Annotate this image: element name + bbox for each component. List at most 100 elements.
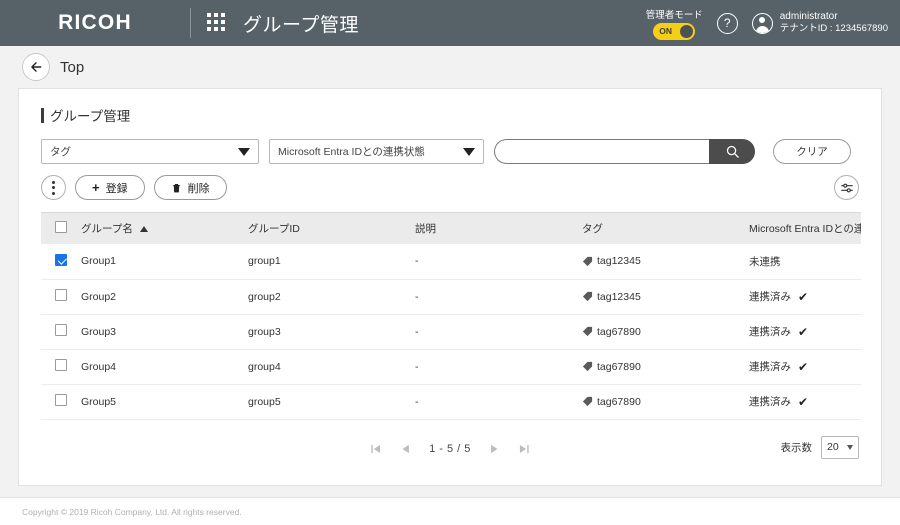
first-page-icon — [371, 444, 381, 453]
select-all-checkbox[interactable] — [55, 221, 67, 233]
entra-status-filter-select[interactable]: Microsoft Entra IDとの連携状態 — [269, 139, 484, 164]
row-select-cell[interactable] — [41, 384, 81, 420]
linked-check-icon: ✔ — [798, 394, 809, 409]
cell-entra-status: 未連携 — [749, 244, 861, 280]
column-header-id[interactable]: グループID — [248, 213, 415, 244]
prev-page-button[interactable] — [399, 442, 413, 456]
cell-group-id: group3 — [248, 314, 415, 350]
cell-group-id: group5 — [248, 384, 415, 420]
last-page-icon — [519, 444, 529, 453]
column-header-tag[interactable]: タグ — [582, 213, 749, 244]
first-page-button[interactable] — [369, 442, 383, 456]
cell-tag: tag67890 — [582, 314, 749, 350]
chevron-down-icon — [847, 444, 853, 450]
cell-entra-status: 連携済み ✔ — [749, 279, 861, 315]
cell-tag: tag12345 — [582, 279, 749, 315]
admin-mode-label: 管理者モード — [645, 9, 703, 21]
linked-check-icon: ✔ — [798, 359, 809, 374]
delete-button[interactable]: 削除 — [153, 175, 227, 200]
next-page-button[interactable] — [487, 442, 501, 456]
cell-description: - — [415, 384, 582, 420]
cell-entra-status: 連携済み ✔ — [749, 314, 861, 350]
cell-group-name: Group3 — [81, 314, 248, 350]
register-button-label: 登録 — [105, 182, 128, 195]
column-header-entra[interactable]: Microsoft Entra IDとの連携状態 — [749, 213, 861, 244]
cell-tag: tag67890 — [582, 349, 749, 385]
plus-icon: + — [92, 180, 100, 195]
delete-button-label: 削除 — [187, 182, 210, 195]
rows-per-page-select[interactable]: 20 — [821, 435, 859, 459]
prev-page-icon — [402, 444, 410, 453]
top-header-bar: RICOH グループ管理 管理者モード ON ? administrator テ… — [0, 0, 900, 46]
table-header-row: グループ名 グループID 説明 タグ Microsoft Entra IDとの連… — [41, 213, 861, 244]
tag-filter-value: タグ — [50, 146, 71, 158]
admin-mode-toggle-state: ON — [659, 26, 672, 36]
row-select-cell[interactable] — [41, 314, 81, 350]
search-button[interactable] — [709, 139, 755, 164]
column-header-desc[interactable]: 説明 — [415, 213, 582, 244]
table-row[interactable]: Group3 group3- tag67890 連携済み ✔ — [41, 314, 861, 350]
title-accent-bar — [41, 107, 44, 123]
select-all-header[interactable] — [41, 213, 81, 244]
admin-mode-toggle[interactable]: ON — [653, 22, 696, 40]
search-input[interactable] — [494, 139, 709, 164]
brand-label: RICOH — [58, 11, 132, 34]
next-page-icon — [490, 444, 498, 453]
search-icon — [726, 145, 739, 158]
table-row[interactable]: Group1 group1- tag12345 未連携 — [41, 244, 861, 280]
cell-group-id: group1 — [248, 244, 415, 280]
groups-table: グループ名 グループID 説明 タグ Microsoft Entra IDとの連… — [41, 213, 861, 420]
column-settings-button[interactable] — [834, 175, 859, 200]
tag-icon — [582, 326, 593, 337]
cell-group-id: group2 — [248, 279, 415, 315]
section-title-row: グループ管理 — [19, 89, 881, 125]
row-checkbox[interactable] — [55, 394, 67, 406]
tag-filter-select[interactable]: タグ — [41, 139, 259, 164]
entra-filter-value: Microsoft Entra IDとの連携状態 — [278, 146, 425, 158]
copyright-text: Copyright © 2019 Ricoh Company, Ltd. All… — [22, 506, 242, 517]
back-button[interactable] — [22, 53, 50, 81]
table-row[interactable]: Group4 group4- tag67890 連携済み ✔ — [41, 349, 861, 385]
avatar-icon — [751, 12, 773, 34]
admin-mode-control[interactable]: 管理者モード ON — [646, 7, 703, 40]
row-checkbox[interactable] — [55, 359, 67, 371]
rows-per-page-label: 表示数 — [780, 441, 813, 454]
last-page-button[interactable] — [517, 442, 531, 456]
breadcrumb-label[interactable]: Top — [60, 59, 84, 76]
cell-entra-status: 連携済み ✔ — [749, 349, 861, 385]
cell-tag: tag12345 — [582, 244, 749, 280]
cell-group-name: Group4 — [81, 349, 248, 385]
row-select-cell[interactable] — [41, 349, 81, 385]
apps-grid-icon[interactable] — [207, 13, 227, 33]
brand-logo[interactable]: RICOH — [0, 0, 190, 46]
breadcrumb: Top — [0, 46, 900, 88]
more-vertical-icon[interactable] — [41, 175, 66, 200]
cell-group-name: Group5 — [81, 384, 248, 420]
clear-button[interactable]: クリア — [773, 139, 851, 164]
chevron-down-icon — [463, 147, 475, 156]
table-head: グループ名 グループID 説明 タグ Microsoft Entra IDとの連… — [41, 213, 861, 244]
tag-icon — [582, 291, 593, 302]
user-name: administrator — [779, 10, 838, 22]
header-divider — [190, 8, 191, 38]
row-checkbox[interactable] — [55, 324, 67, 336]
register-button[interactable]: + 登録 — [75, 175, 145, 200]
table-row[interactable]: Group2 group2- tag12345 連携済み ✔ — [41, 279, 861, 315]
search-group — [494, 139, 755, 164]
row-checkbox[interactable] — [55, 289, 67, 301]
user-tenant-id: テナントID : 1234567890 — [779, 23, 888, 35]
user-account-block[interactable]: administrator テナントID : 1234567890 — [751, 10, 888, 35]
column-header-name[interactable]: グループ名 — [81, 213, 248, 244]
row-checkbox[interactable] — [55, 253, 67, 266]
help-icon[interactable]: ? — [716, 12, 738, 34]
row-select-cell[interactable] — [41, 244, 81, 280]
header-right-group: 管理者モード ON ? administrator テナントID : 12345… — [646, 0, 888, 46]
cell-group-id: group4 — [248, 349, 415, 385]
cell-entra-status: 連携済み ✔ — [749, 384, 861, 420]
row-select-cell[interactable] — [41, 279, 81, 315]
cell-tag: tag67890 — [582, 384, 749, 420]
table-row[interactable]: Group5 group5- tag67890 連携済み ✔ — [41, 384, 861, 420]
page-range-text: 1 - 5 / 5 — [429, 442, 471, 455]
page-title: グループ管理 — [50, 109, 131, 124]
trash-icon — [172, 183, 180, 192]
